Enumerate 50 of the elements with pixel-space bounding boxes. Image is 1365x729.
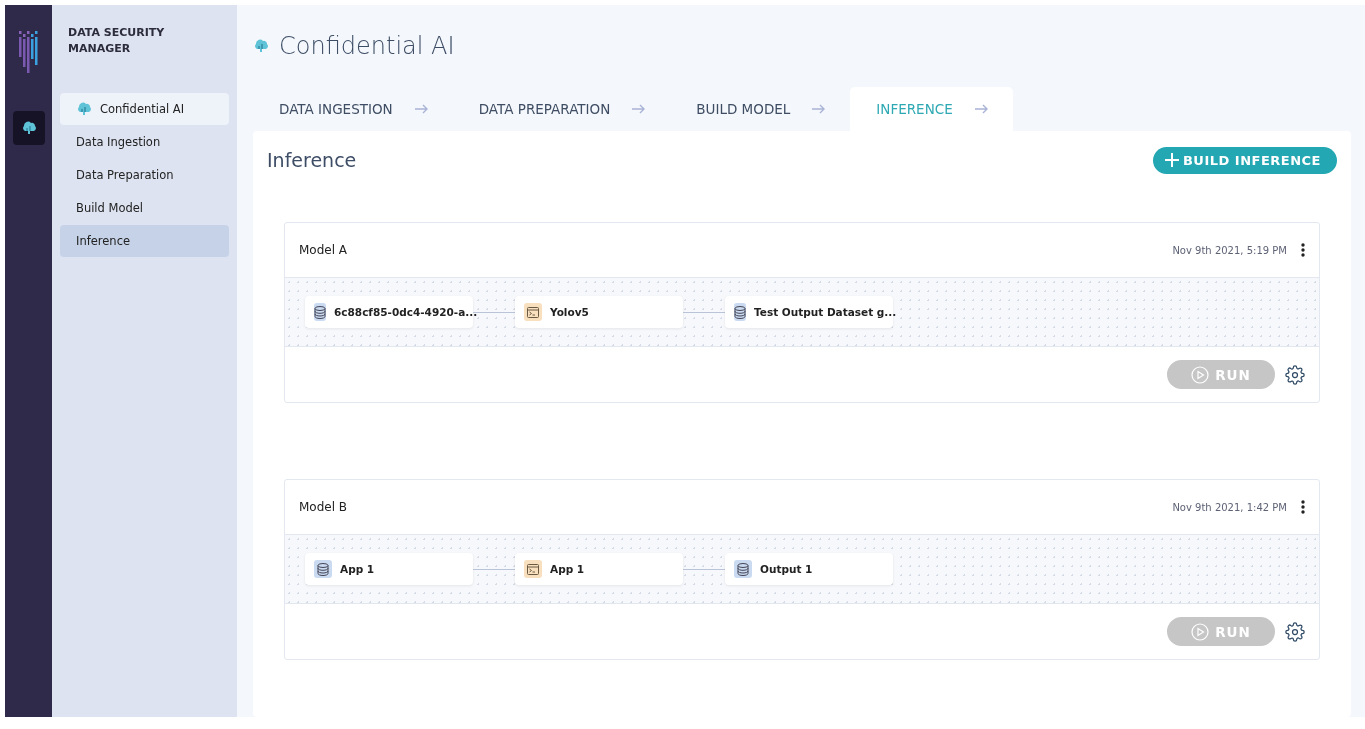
section-title: Inference xyxy=(267,149,357,171)
pipeline-node[interactable]: App 1 xyxy=(305,553,473,585)
settings-icon[interactable] xyxy=(1285,621,1305,642)
database-icon xyxy=(314,560,332,578)
tab-label: BUILD MODEL xyxy=(696,101,791,117)
arrow-right-icon xyxy=(632,104,646,114)
arrow-right-icon xyxy=(974,104,988,114)
sidebar-item[interactable]: Confidential AI xyxy=(60,93,229,125)
database-icon xyxy=(314,303,326,321)
sidebar-item[interactable]: Inference xyxy=(60,225,229,257)
pipeline-node[interactable]: App 1 xyxy=(515,553,683,585)
model-date: Nov 9th 2021, 5:19 PM xyxy=(1172,244,1287,256)
connector-line xyxy=(683,568,725,570)
play-icon xyxy=(1191,365,1210,384)
tab[interactable]: DATA PREPARATION xyxy=(452,87,671,131)
sidebar-item[interactable]: Data Preparation xyxy=(60,159,229,191)
connector-line xyxy=(683,311,725,313)
connector-line xyxy=(473,568,515,570)
database-icon xyxy=(734,303,746,321)
model-name: Model B xyxy=(299,500,349,514)
terminal-window-icon xyxy=(524,560,542,578)
tab-label: DATA INGESTION xyxy=(279,101,393,117)
sidebar-item[interactable]: Build Model xyxy=(60,192,229,224)
page-title: Confidential AI xyxy=(279,32,455,60)
node-label: App 1 xyxy=(340,563,375,575)
more-options-icon[interactable] xyxy=(1301,500,1305,514)
pipeline-node[interactable]: Yolov5 xyxy=(515,296,683,328)
model-date: Nov 9th 2021, 1:42 PM xyxy=(1172,501,1287,513)
model-name: Model A xyxy=(299,243,349,257)
node-label: Yolov5 xyxy=(550,306,589,318)
node-label: App 1 xyxy=(550,563,585,575)
connector-line xyxy=(473,311,515,313)
more-options-icon[interactable] xyxy=(1301,243,1305,257)
arrow-right-icon xyxy=(812,104,826,114)
play-icon xyxy=(1191,622,1210,641)
tab[interactable]: BUILD MODEL xyxy=(670,87,851,131)
database-icon xyxy=(734,560,752,578)
settings-icon[interactable] xyxy=(1285,364,1305,385)
plus-icon xyxy=(1164,153,1179,167)
tab-label: DATA PREPARATION xyxy=(478,101,611,117)
tab[interactable]: DATA INGESTION xyxy=(253,87,453,131)
pipeline-node[interactable]: Output 1 xyxy=(725,553,893,585)
terminal-window-icon xyxy=(524,303,542,321)
rail-button[interactable] xyxy=(12,111,45,145)
app-title: DATA SECURITY MANAGER xyxy=(67,25,166,57)
node-label: Output 1 xyxy=(760,563,813,575)
sidebar-item-label: Confidential AI xyxy=(100,102,185,116)
sidebar-item[interactable]: Data Ingestion xyxy=(60,126,229,158)
tab-label: INFERENCE xyxy=(876,101,953,117)
arrow-right-icon xyxy=(414,104,428,114)
